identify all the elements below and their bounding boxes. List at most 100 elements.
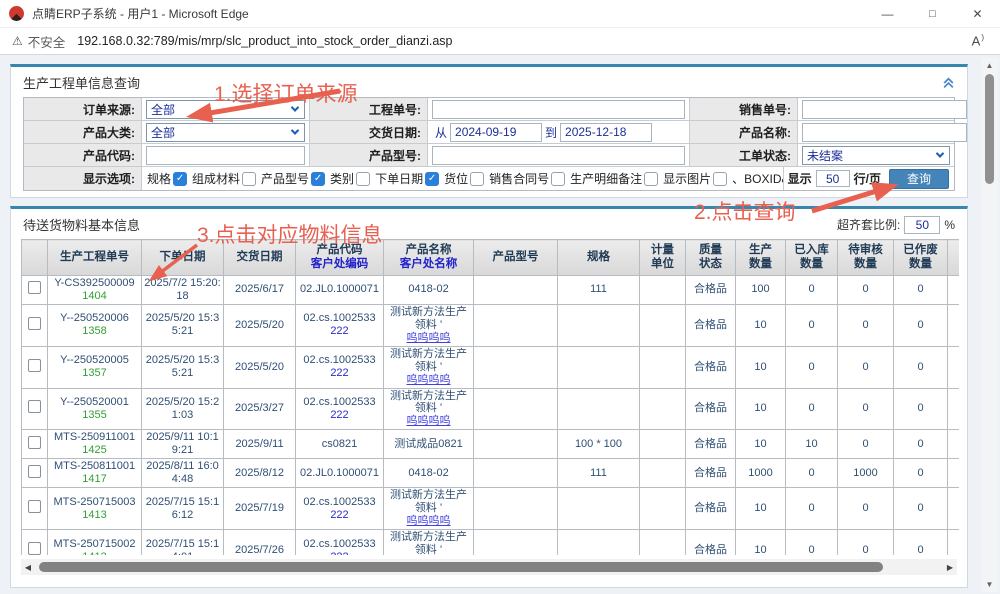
scroll-down-icon[interactable]: ▼ (981, 580, 998, 589)
row-checkbox[interactable] (28, 400, 41, 413)
customer-name-link[interactable]: 呜呜呜呜 (386, 332, 471, 345)
cell-text: 0 (788, 544, 835, 555)
row-checkbox[interactable] (28, 465, 41, 478)
order-no-cell[interactable]: Y-CS3925000091404 (48, 275, 142, 304)
model-cell (474, 275, 558, 304)
audit-qty-cell: 0 (838, 388, 894, 430)
checkbox-unchecked-icon[interactable] (470, 172, 484, 186)
table-row[interactable]: Y--25052000113552025/5/20 15:21:032025/3… (22, 388, 960, 430)
order-source-select[interactable]: 全部 (146, 100, 305, 119)
order-no-cell[interactable]: Y--2505200051357 (48, 346, 142, 388)
materials-table-wrap: 生产工程单号下单日期交货日期产品代码客户处编码产品名称客户处名称产品型号规格计量… (21, 239, 959, 555)
table-row[interactable]: MTS-25071500314132025/7/15 15:16:122025/… (22, 488, 960, 530)
order-date-cell: 2025/8/11 16:04:48 (142, 459, 224, 488)
quality-cell: 合格品 (686, 304, 736, 346)
table-row[interactable]: MTS-25081100114172025/8/11 16:04:482025/… (22, 459, 960, 488)
title-bar: 点睛ERP子系统 - 用户1 - Microsoft Edge — □ ✕ (0, 0, 1000, 28)
order-date-cell: 2025/7/15 15:14:01 (142, 530, 224, 555)
scroll-up-icon[interactable]: ▲ (981, 61, 998, 70)
checkbox-unchecked-icon[interactable] (713, 172, 727, 186)
url-text[interactable]: 192.168.0.32:789/mis/mrp/slc_product_int… (77, 34, 452, 48)
vertical-scrollbar-thumb[interactable] (985, 74, 994, 184)
product-category-select[interactable]: 全部 (146, 123, 305, 142)
horizontal-scrollbar[interactable]: ◀ ▶ (21, 559, 957, 575)
product-name-input[interactable] (802, 123, 967, 142)
customer-name-link[interactable]: 呜呜呜呜 (386, 515, 471, 528)
quality-cell: 合格品 (686, 275, 736, 304)
table-row[interactable]: Y--25052000613582025/5/20 15:35:212025/5… (22, 304, 960, 346)
horizontal-scrollbar-thumb[interactable] (39, 562, 883, 572)
order-no-cell[interactable]: MTS-2507150021412 (48, 530, 142, 555)
product-code-label: 产品代码: (24, 144, 142, 166)
checkbox-unchecked-icon[interactable] (551, 172, 565, 186)
read-aloud-icon[interactable]: A) (972, 33, 984, 48)
security-label[interactable]: 不安全 (28, 32, 66, 51)
row-checkbox[interactable] (28, 500, 41, 513)
row-select-cell (22, 488, 48, 530)
checkbox-checked-icon[interactable]: ✓ (425, 172, 439, 186)
order-no-cell[interactable]: MTS-2508110011417 (48, 459, 142, 488)
cell-text: 10 (738, 361, 783, 374)
project-no-input[interactable] (432, 100, 685, 119)
order-no-cell[interactable]: Y--2505200061358 (48, 304, 142, 346)
product-code-cell: 02.cs.1002533222 (296, 346, 384, 388)
quality-cell: 合格品 (686, 459, 736, 488)
product-category-field: 全部 (142, 121, 310, 143)
checkbox-unchecked-icon[interactable] (356, 172, 370, 186)
scroll-right-icon[interactable]: ▶ (943, 563, 957, 572)
minimize-button[interactable]: — (865, 0, 910, 27)
product-code-input[interactable] (146, 146, 305, 165)
product-name-cell: 测试新方法生产领料 '呜呜呜呜 (384, 304, 474, 346)
sales-no-input[interactable] (802, 100, 967, 119)
customer-name-link[interactable]: 呜呜呜呜 (386, 374, 471, 387)
date-from-input[interactable] (450, 123, 542, 142)
row-checkbox[interactable] (28, 359, 41, 372)
quality-cell: 合格品 (686, 388, 736, 430)
page-size-input[interactable] (816, 170, 850, 187)
cell-text: 02.cs.1002533 (298, 538, 381, 551)
collapse-panel-icon[interactable] (942, 76, 955, 89)
order-date-cell: 2025/5/20 15:35:21 (142, 304, 224, 346)
date-to-input[interactable] (560, 123, 652, 142)
customer-name-link[interactable]: 呜呜呜呜 (386, 415, 471, 428)
maximize-button[interactable]: □ (910, 0, 955, 27)
spec-cell: 111 (558, 275, 640, 304)
display-option: 类别 (330, 170, 370, 187)
checkbox-unchecked-icon[interactable] (242, 172, 256, 186)
cell-text: MTS-250715002 (50, 538, 139, 551)
product-code-field (142, 144, 310, 166)
page-content: 生产工程单信息查询 订单来源: 全部 工程单号: 销售单号: (0, 55, 1000, 594)
ratio-input[interactable] (904, 216, 940, 234)
column-header-check (22, 240, 48, 276)
vertical-scrollbar[interactable]: ▲ ▼ (981, 58, 998, 592)
address-bar[interactable]: ⚠ 不安全 192.168.0.32:789/mis/mrp/slc_produ… (0, 28, 1000, 55)
row-checkbox[interactable] (28, 436, 41, 449)
cell-text: 02.cs.1002533 (298, 496, 381, 509)
page-size-controls: 显示 行/页 查询 (784, 167, 954, 190)
row-checkbox[interactable] (28, 281, 41, 294)
checkbox-checked-icon[interactable]: ✓ (173, 172, 187, 186)
table-row[interactable]: Y-CS39250000914042025/7/2 15:20:182025/6… (22, 275, 960, 304)
scroll-left-icon[interactable]: ◀ (21, 563, 35, 572)
order-no-cell[interactable]: MTS-2507150031413 (48, 488, 142, 530)
close-button[interactable]: ✕ (955, 0, 1000, 27)
order-no-cell[interactable]: Y--2505200011355 (48, 388, 142, 430)
product-model-label: 产品型号: (310, 144, 428, 166)
order-no-cell[interactable]: MTS-2509110011425 (48, 430, 142, 459)
delivery-date-cell: 2025/5/20 (224, 304, 296, 346)
table-row[interactable]: MTS-25091100114252025/9/11 10:19:212025/… (22, 430, 960, 459)
table-row[interactable]: Y--25052000513572025/5/20 15:35:212025/5… (22, 346, 960, 388)
product-model-input[interactable] (432, 146, 685, 165)
stub-cell (948, 488, 960, 530)
cell-text: 0 (896, 319, 945, 332)
row-checkbox[interactable] (28, 317, 41, 330)
project-no-field (428, 98, 690, 120)
horizontal-scrollbar-track[interactable] (35, 560, 943, 574)
checkbox-unchecked-icon[interactable] (644, 172, 658, 186)
checkbox-checked-icon[interactable]: ✓ (311, 172, 325, 186)
cell-text: MTS-250911001 (50, 431, 139, 444)
search-button[interactable]: 查询 (889, 169, 949, 189)
table-row[interactable]: MTS-25071500214122025/7/15 15:14:012025/… (22, 530, 960, 555)
row-checkbox[interactable] (28, 542, 41, 555)
order-status-select[interactable]: 未结案 (802, 146, 950, 165)
